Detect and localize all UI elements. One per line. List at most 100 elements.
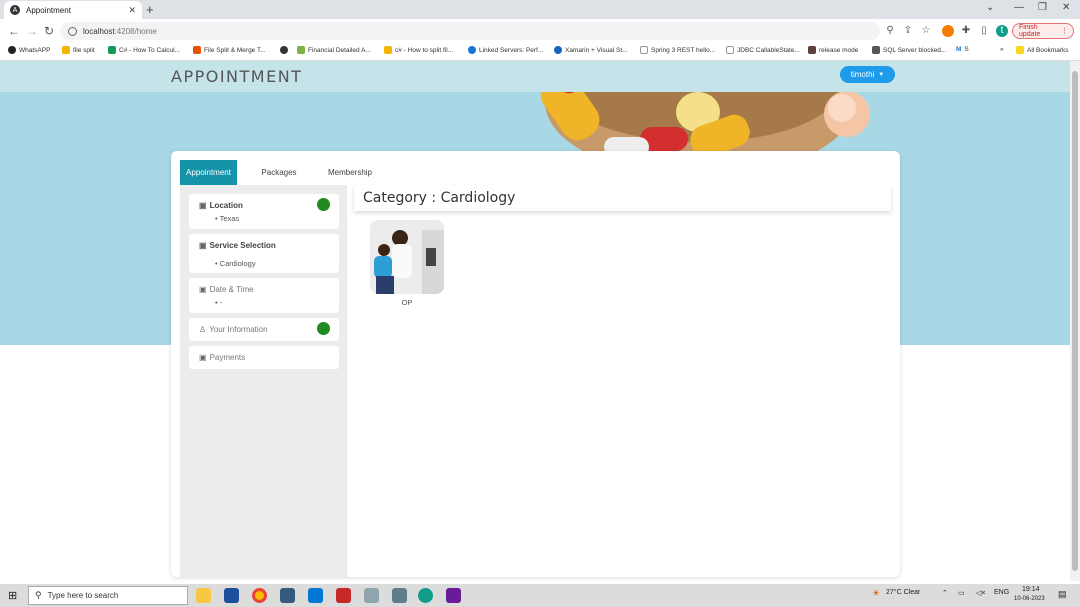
bookmark-item[interactable]: Financial Detailed A... — [297, 46, 371, 54]
page-scrollbar[interactable] — [1070, 61, 1080, 581]
zoom-icon[interactable]: ⚲ — [884, 25, 896, 37]
minimize-icon[interactable]: — — [1014, 2, 1024, 13]
close-window-icon[interactable]: ✕ — [1062, 2, 1070, 13]
filezilla-icon[interactable] — [336, 588, 351, 603]
all-bookmarks[interactable]: All Bookmarks — [1016, 46, 1069, 54]
star-icon[interactable]: ☆ — [920, 25, 932, 37]
clock-time[interactable]: 19:14 — [1022, 586, 1040, 593]
step-payments[interactable]: ▣ Payments — [189, 346, 339, 369]
windows-start-icon[interactable]: ⊞ — [8, 589, 17, 602]
back-icon[interactable]: ← — [8, 24, 20, 38]
more-icon: ⋮ — [1061, 28, 1068, 35]
puzzle-icon[interactable]: ✚ — [960, 25, 972, 37]
bookmark-item[interactable]: Spring 3 REST hello... — [640, 46, 715, 54]
category-title: Category : Cardiology — [363, 190, 516, 206]
notification-icon[interactable]: ▤ — [1058, 589, 1067, 600]
url-path: :4208/home — [114, 26, 157, 36]
calculator-icon[interactable] — [392, 588, 407, 603]
user-menu-button[interactable]: timothi ▼ — [840, 66, 895, 83]
steps-sidebar: ▣ Location • Texas ▣ Service Selection • C… — [180, 185, 347, 577]
step-value: • Texas — [215, 214, 240, 223]
forward-icon[interactable]: → — [26, 24, 38, 38]
caret-down-icon: ▼ — [878, 71, 885, 78]
taskbar-search[interactable]: ⚲ Type here to search — [28, 586, 188, 605]
vscode-icon[interactable] — [308, 588, 323, 603]
bookmark-item[interactable]: c# - How to split fil... — [384, 46, 453, 54]
address-bar[interactable]: localhost:4208/home — [60, 22, 880, 40]
bookmark-item[interactable]: release mode — [808, 46, 858, 54]
network-icon[interactable]: ▭ — [958, 589, 965, 597]
powershell-icon[interactable] — [224, 588, 239, 603]
chrome-icon[interactable] — [252, 588, 267, 603]
bookmark-item[interactable]: file split — [62, 46, 95, 54]
completed-indicator — [317, 198, 330, 211]
app-icon[interactable] — [446, 588, 461, 603]
ssms-icon[interactable] — [280, 588, 295, 603]
tab-packages[interactable]: Packages — [253, 160, 305, 185]
windows-taskbar: ⊞ ⚲ Type here to search ☀ 27°C Clear ⌃ ▭… — [0, 584, 1080, 607]
sidebar-icon[interactable]: ▯ — [978, 25, 990, 37]
new-tab-icon[interactable]: + — [146, 2, 154, 17]
clock-date[interactable]: 10-06-2023 — [1014, 596, 1045, 602]
service-card-image[interactable] — [370, 220, 444, 294]
brand-title: APPOINTMENT — [171, 67, 303, 86]
app-header: APPOINTMENT timothi ▼ — [0, 61, 1070, 92]
edge-icon[interactable] — [418, 588, 433, 603]
step-value: • Cardiology — [215, 259, 256, 268]
url-host: localhost — [83, 26, 115, 36]
browser-tab[interactable]: A Appointment ✕ — [4, 1, 142, 19]
app-icon[interactable] — [364, 588, 379, 603]
step-value: • - — [215, 298, 223, 307]
calendar-icon: ▣ — [199, 241, 207, 250]
chevron-up-icon[interactable]: ⌃ — [942, 589, 948, 597]
calendar-icon: ▣ — [199, 201, 207, 210]
completed-indicator — [317, 322, 330, 335]
bookmark-item[interactable] — [280, 46, 291, 54]
volume-icon[interactable]: ◁× — [976, 589, 985, 597]
tab-membership[interactable]: Membership — [321, 160, 379, 185]
step-title: ▣ Location — [199, 201, 243, 210]
restore-icon[interactable]: ❐ — [1038, 2, 1047, 13]
bookmark-item[interactable]: Linked Servers: Perf... — [468, 46, 543, 54]
info-icon[interactable] — [68, 26, 77, 36]
step-date-time[interactable]: ▣ Date & Time • - — [189, 278, 339, 313]
search-icon: ⚲ — [35, 590, 42, 600]
browser-toolbar: ← → ↻ localhost:4208/home ⚲ ⇪ ☆ ✚ ▯ t Fi… — [0, 19, 1080, 43]
page-viewport: APPOINTMENT timothi ▼ Appointment Package… — [0, 61, 1070, 581]
file-explorer-icon[interactable] — [196, 588, 211, 603]
extension-icon[interactable] — [942, 25, 954, 37]
step-your-information[interactable]: ♙ Your Information — [189, 318, 339, 341]
language-indicator[interactable]: ENG — [994, 589, 1009, 596]
category-header: Category : Cardiology — [354, 185, 891, 211]
step-title: ▣ Date & Time — [199, 285, 254, 294]
tab-appointment[interactable]: Appointment — [180, 160, 237, 185]
tab-title: Appointment — [26, 5, 71, 15]
share-icon[interactable]: ⇪ — [902, 25, 914, 37]
bookmarks-overflow[interactable]: » — [1000, 46, 1004, 53]
browser-tab-strip: A Appointment ✕ + ⌄ — ❐ ✕ — [0, 0, 1080, 19]
bookmark-item[interactable]: MS — [956, 46, 969, 53]
profile-avatar[interactable]: t — [996, 25, 1008, 37]
bookmark-item[interactable]: File Split & Merge T... — [193, 46, 266, 54]
calendar-icon: ▣ — [199, 353, 207, 362]
step-title: ♙ Your Information — [199, 325, 268, 334]
bookmark-item[interactable]: Xamarin + Visual St... — [554, 46, 628, 54]
service-label: OP — [401, 298, 413, 307]
weather-text[interactable]: 27°C Clear — [886, 589, 920, 596]
calendar-icon: ▣ — [199, 285, 207, 294]
step-title: ▣ Payments — [199, 353, 246, 362]
bookmark-item[interactable]: JDBC CallableState... — [726, 46, 800, 54]
bookmark-item[interactable]: SQL Server blocked... — [872, 46, 946, 54]
bookmark-item[interactable]: C# - How To Calcul... — [108, 46, 180, 54]
step-service-selection[interactable]: ▣ Service Selection • Cardiology — [189, 234, 339, 273]
finish-update-button[interactable]: Finish update ⋮ — [1012, 23, 1074, 39]
bookmark-item[interactable]: WhatsAPP — [8, 46, 50, 54]
angular-icon: A — [10, 5, 20, 15]
scrollbar-thumb[interactable] — [1072, 71, 1078, 571]
step-location[interactable]: ▣ Location • Texas — [189, 194, 339, 229]
doctor-photo — [370, 220, 444, 294]
close-icon[interactable]: ✕ — [128, 5, 136, 16]
chevron-down-icon[interactable]: ⌄ — [986, 2, 994, 13]
reload-icon[interactable]: ↻ — [44, 24, 54, 38]
appointment-card: Appointment Packages Membership ▣ Locatio… — [171, 151, 900, 577]
